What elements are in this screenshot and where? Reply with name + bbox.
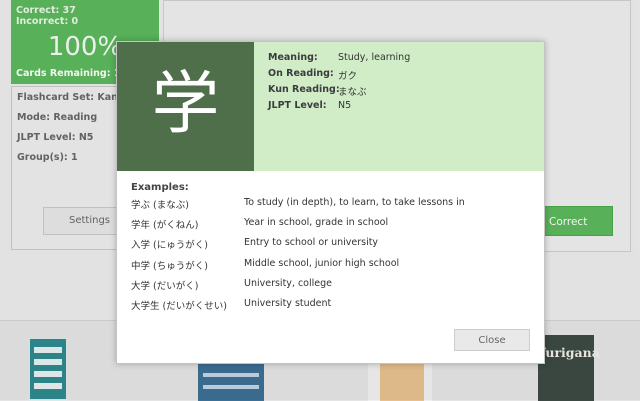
example-word: 学ぶ (まなぶ) — [131, 200, 189, 211]
example-meaning: University student — [244, 298, 332, 309]
kanji-panel: 学 — [117, 42, 254, 171]
example-meaning: To study (in depth), to learn, to take l… — [244, 197, 465, 208]
example-word: 学年 (がくねん) — [131, 220, 199, 231]
meaning-label: Meaning: — [268, 52, 318, 63]
jlpt-label: JLPT Level: — [268, 100, 327, 111]
kanji-details-panel: Meaning: Study, learning On Reading: ガク … — [254, 42, 544, 171]
kun-reading-label: Kun Reading: — [268, 84, 340, 95]
example-meaning: Entry to school or university — [244, 237, 379, 248]
example-word: 大学 (だいがく) — [131, 281, 199, 292]
close-button[interactable]: Close — [454, 329, 530, 351]
meaning-value: Study, learning — [338, 52, 411, 63]
on-reading-value: ガク — [338, 71, 358, 82]
example-word: 入学 (にゅうがく) — [131, 240, 208, 251]
example-meaning: Year in school, grade in school — [244, 217, 389, 228]
kanji-character: 学 — [151, 65, 220, 144]
examples-heading: Examples: — [131, 182, 189, 193]
kanji-detail-modal: 学 Meaning: Study, learning On Reading: ガ… — [116, 41, 545, 364]
example-word: 大学生 (だいがくせい) — [131, 301, 227, 312]
kun-reading-value: まなぶ — [338, 87, 367, 98]
example-meaning: University, college — [244, 278, 332, 289]
example-word: 中学 (ちゅうがく) — [131, 261, 208, 272]
jlpt-value: N5 — [338, 100, 352, 111]
on-reading-label: On Reading: — [268, 68, 334, 79]
example-meaning: Middle school, junior high school — [244, 258, 400, 269]
